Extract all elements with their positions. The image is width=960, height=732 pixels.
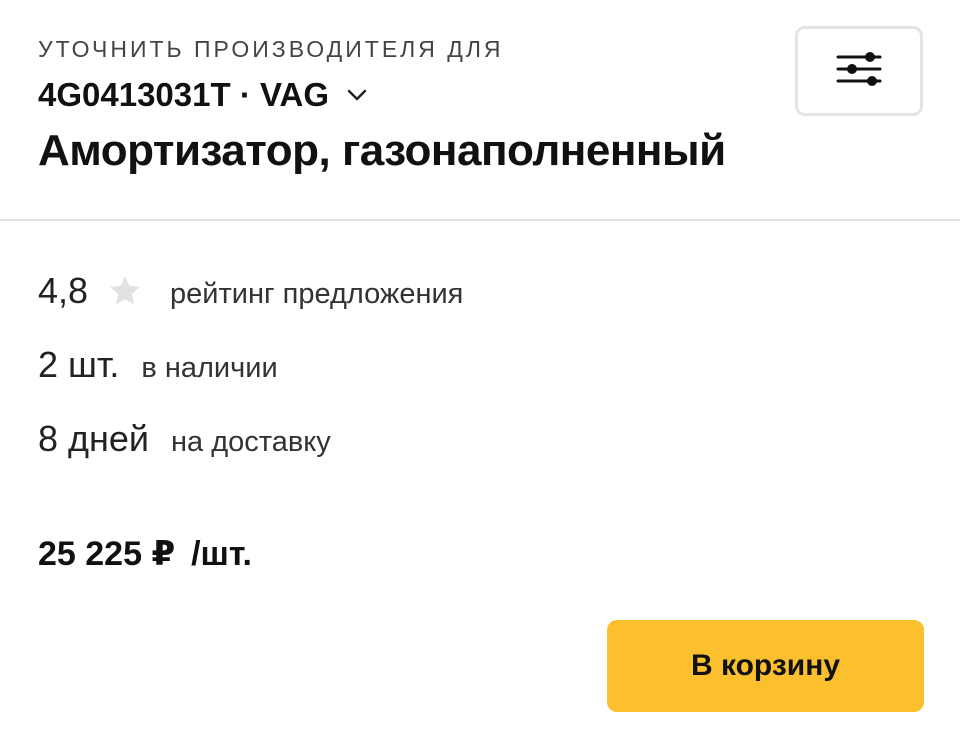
stock-label: в наличии	[141, 352, 278, 384]
price: 25 225 ₽ /шт.	[38, 534, 252, 574]
offer-card: УТОЧНИТЬ ПРОИЗВОДИТЕЛЯ ДЛЯ 4G0413031T · …	[0, 0, 960, 732]
star-icon	[108, 274, 142, 308]
filter-button[interactable]	[795, 26, 923, 116]
price-unit: /шт.	[191, 535, 253, 573]
rating-value: 4,8	[38, 270, 89, 311]
delivery-value: 8 дней	[38, 418, 150, 459]
part-number: 4G0413031T · VAG	[38, 76, 330, 113]
manufacturer-subtitle: УТОЧНИТЬ ПРОИЗВОДИТЕЛЯ ДЛЯ	[38, 36, 504, 62]
sliders-icon	[836, 49, 882, 94]
product-title: Амортизатор, газонаполненный	[38, 126, 726, 175]
add-to-cart-button[interactable]: В корзину	[607, 620, 924, 712]
divider	[0, 219, 960, 221]
chevron-down-icon[interactable]	[345, 83, 369, 107]
delivery-row: 8 дней на доставку	[38, 418, 331, 460]
price-amount: 25 225 ₽	[38, 535, 176, 573]
rating-row: 4,8 рейтинг предложения	[38, 270, 463, 312]
delivery-label: на доставку	[171, 426, 331, 458]
part-selector[interactable]: 4G0413031T · VAG	[38, 76, 369, 114]
stock-value: 2 шт.	[38, 344, 120, 385]
rating-label: рейтинг предложения	[170, 278, 464, 310]
stock-row: 2 шт. в наличии	[38, 344, 278, 386]
